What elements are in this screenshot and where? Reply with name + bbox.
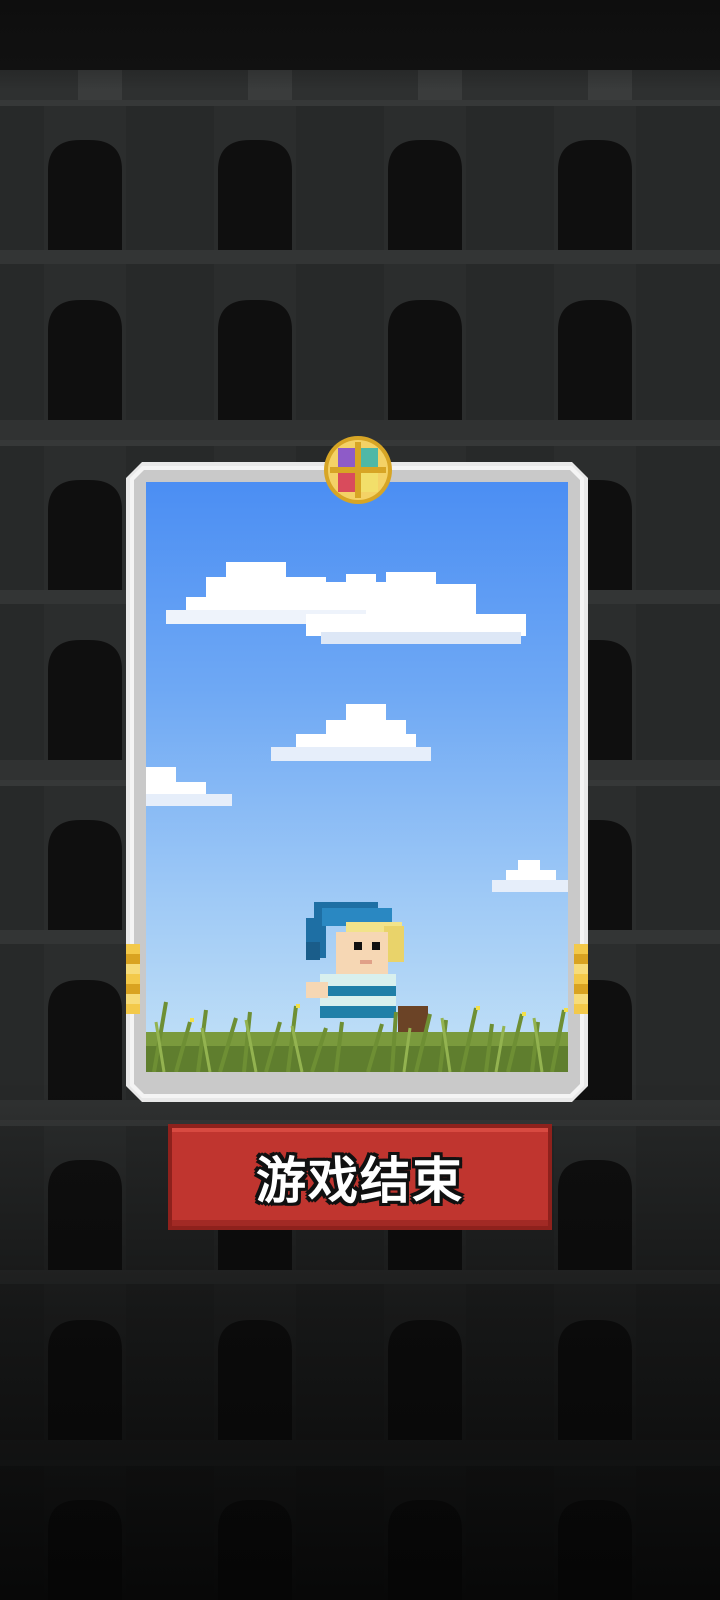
gold-clip-left: [126, 944, 140, 1014]
game-over-label: 游戏结束: [256, 1152, 464, 1210]
four-color-emblem-icon: [322, 434, 394, 506]
cloud-small-right: [492, 860, 568, 892]
gold-clip-right: [574, 944, 588, 1014]
sky-scene-illustration: [146, 482, 568, 1072]
game-over-button[interactable]: 游戏结束: [168, 1124, 552, 1230]
card-scene: [146, 482, 568, 1072]
cloud-large: [166, 562, 526, 644]
character-card: [126, 462, 588, 1102]
cloud-medium: [271, 704, 431, 761]
cloud-small-left: [146, 767, 232, 806]
blue-hat-child-character: [306, 902, 428, 1046]
